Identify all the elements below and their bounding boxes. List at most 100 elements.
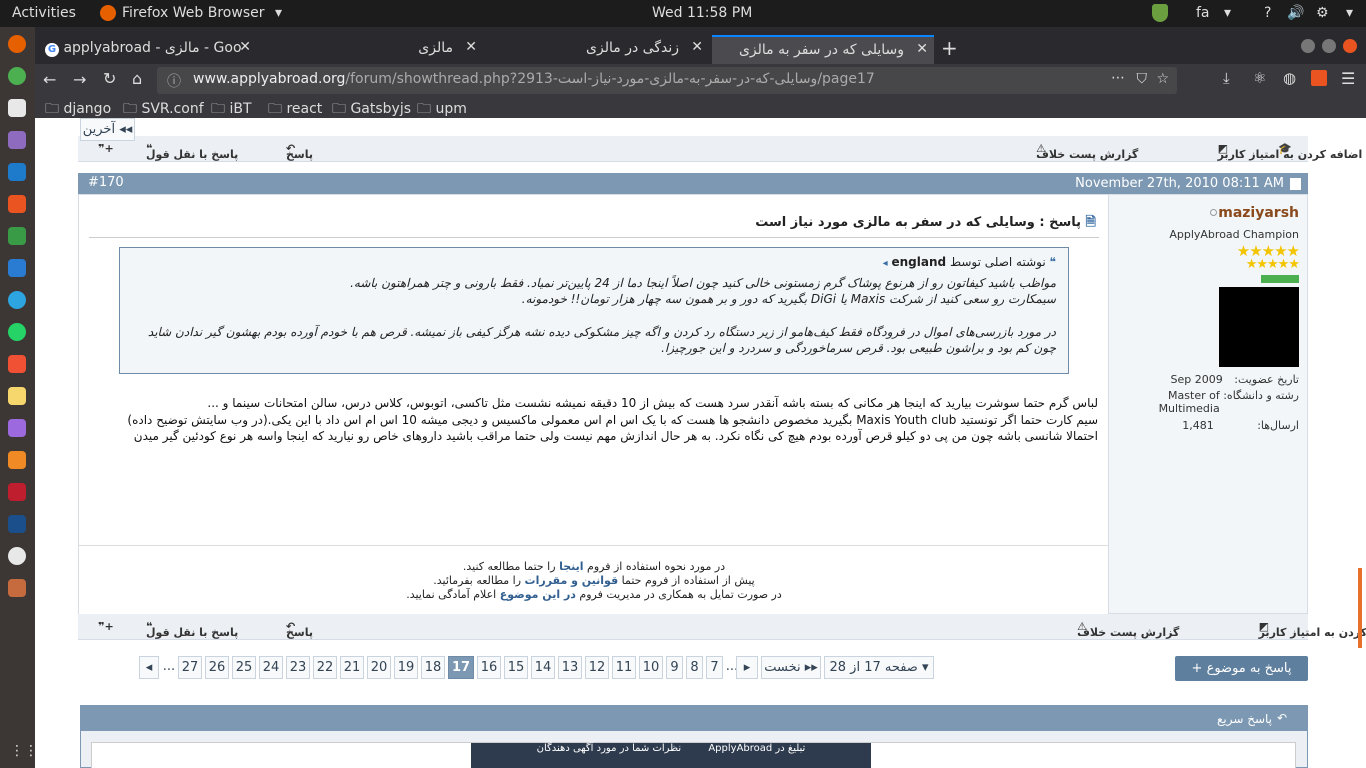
window-close-button[interactable] <box>1343 39 1357 53</box>
whatsapp-icon[interactable] <box>8 323 26 341</box>
chat-icon[interactable] <box>8 259 26 277</box>
pocket-icon[interactable]: ⛉ <box>1137 71 1148 87</box>
app-grid-icon[interactable]: ⋮⋮ <box>10 743 38 759</box>
report-post-link[interactable]: گزارش پست خلاف ⚠ <box>1077 620 1179 639</box>
volume-icon[interactable]: 🔊 <box>1287 5 1304 21</box>
page-link[interactable]: 10 <box>639 656 663 679</box>
page-link[interactable]: 25 <box>232 656 256 679</box>
view-post-icon[interactable]: ◂ <box>883 258 888 269</box>
page-link[interactable]: 11 <box>612 656 636 679</box>
react-devtools-icon[interactable]: ⚛ <box>1253 69 1266 87</box>
activities-button[interactable]: Activities <box>12 5 76 21</box>
page-last[interactable]: آخرین ◂◂ <box>80 118 135 141</box>
page-link[interactable]: 23 <box>286 656 310 679</box>
post-number[interactable]: #170 <box>88 175 124 190</box>
filezilla-icon[interactable] <box>8 483 26 501</box>
page-link[interactable]: 19 <box>394 656 418 679</box>
settings-icon[interactable]: ⚙ <box>1316 5 1329 21</box>
add-reputation-link[interactable]: اضافه کردن به امتیاز کاربر ◩ <box>1259 620 1366 639</box>
firefox-icon[interactable] <box>8 35 26 53</box>
info-icon[interactable]: ⓘ <box>167 71 181 91</box>
signature-link[interactable]: در این موضوع <box>500 588 576 601</box>
signature-link[interactable]: قوانین و مقررات <box>525 574 619 587</box>
signature-line: در مورد نحوه استفاده از فروم اینجا را حت… <box>462 560 726 573</box>
close-icon[interactable]: ✕ <box>465 39 477 55</box>
page-link[interactable]: 26 <box>205 656 229 679</box>
vscode-icon[interactable] <box>8 163 26 181</box>
page-link[interactable]: 7 <box>706 656 723 679</box>
ad-banner[interactable]: تبلیغ در ApplyAbroad نظرات شما در مورد آ… <box>471 743 871 768</box>
page-link[interactable]: 18 <box>421 656 445 679</box>
extension-icon[interactable] <box>1311 70 1327 86</box>
page-first[interactable]: نخست ▸▸ <box>761 656 821 679</box>
app-icon[interactable] <box>8 451 26 469</box>
report-post-link[interactable]: گزارش پست خلاف ⚠ <box>1036 142 1138 161</box>
multi-quote-icon[interactable]: ❞+ <box>98 142 114 155</box>
close-icon[interactable]: ✕ <box>691 39 703 55</box>
quote-reply-link[interactable]: پاسخ با نقل قول ❝ <box>146 142 238 161</box>
download-icon[interactable]: ⤓ <box>1223 69 1230 87</box>
post-icon <box>1290 178 1301 190</box>
shield-icon[interactable] <box>1152 4 1168 26</box>
multi-quote-icon[interactable]: ❞+ <box>98 620 114 633</box>
notes-icon[interactable] <box>8 387 26 405</box>
page-actions-icon[interactable]: ⋯ <box>1111 70 1125 86</box>
back-icon[interactable]: ← <box>43 70 56 89</box>
quote-reply-link[interactable]: پاسخ با نقل قول ❝ <box>146 620 238 639</box>
url-bar[interactable]: ⓘ www.applyabroad.org/forum/showthread.p… <box>157 67 1177 94</box>
chrome-icon[interactable] <box>8 67 26 85</box>
app-icon[interactable] <box>8 579 26 597</box>
app-menu[interactable]: Firefox Web Browser <box>122 5 265 21</box>
page-link[interactable]: 14 <box>531 656 555 679</box>
avatar[interactable] <box>1219 287 1299 367</box>
tab-malaysia[interactable]: مالزی ✕ <box>261 35 483 64</box>
git-icon[interactable] <box>8 355 26 373</box>
app-icon[interactable] <box>8 195 26 213</box>
page-link[interactable]: 9 <box>666 656 683 679</box>
page-link[interactable]: 27 <box>178 656 202 679</box>
page-link[interactable]: 15 <box>504 656 528 679</box>
close-icon[interactable]: ✕ <box>239 39 251 55</box>
app-icon[interactable] <box>8 227 26 245</box>
close-icon[interactable]: ✕ <box>916 41 928 57</box>
page-jump-dropdown[interactable]: صفحه 17 از 28 ▾ <box>824 656 934 679</box>
home-icon[interactable]: ⌂ <box>132 69 142 88</box>
page-scrollbar[interactable] <box>1358 568 1362 648</box>
tab-active-thread[interactable]: وسایلی که در سفر به مالزی ✕ <box>712 35 934 64</box>
maximize-button[interactable] <box>1322 39 1336 53</box>
clock[interactable]: Wed 11:58 PM <box>652 5 752 21</box>
app-icon[interactable] <box>8 547 26 565</box>
page-link[interactable]: 8 <box>686 656 703 679</box>
reply-to-thread-button[interactable]: + پاسخ به موضوع <box>1175 656 1308 681</box>
globe-icon[interactable]: ◍ <box>1283 69 1296 87</box>
signature-link[interactable]: اینجا <box>559 560 583 573</box>
app-icon[interactable] <box>8 131 26 149</box>
forward-icon[interactable]: → <box>73 70 86 89</box>
minimize-button[interactable] <box>1301 39 1315 53</box>
page-link[interactable]: 24 <box>259 656 283 679</box>
bookmark-star-icon[interactable]: ☆ <box>1156 71 1169 87</box>
menu-icon[interactable]: ☰ <box>1341 69 1355 88</box>
page-link[interactable]: 16 <box>477 656 501 679</box>
page-next[interactable]: ▸ <box>736 656 758 679</box>
reply-link[interactable]: پاسخ ↶ <box>286 620 313 639</box>
app-icon[interactable] <box>8 419 26 437</box>
page-prev[interactable]: ◂ <box>139 656 159 679</box>
page-link[interactable]: 22 <box>313 656 337 679</box>
tab-applyabroad-google[interactable]: G applyabroad - مالزی - Goo ✕ <box>35 35 257 64</box>
page-link[interactable]: 12 <box>585 656 609 679</box>
tab-life-in-malaysia[interactable]: زندگی در مالزی ✕ <box>487 35 709 64</box>
keyboard-layout[interactable]: fa <box>1196 5 1210 21</box>
page-link[interactable]: 13 <box>558 656 582 679</box>
page-link[interactable]: 21 <box>340 656 364 679</box>
files-icon[interactable] <box>8 99 26 117</box>
new-tab-button[interactable]: + <box>941 36 958 60</box>
app-icon[interactable] <box>8 515 26 533</box>
page-link[interactable]: 20 <box>367 656 391 679</box>
help-icon[interactable]: ? <box>1264 5 1271 21</box>
username[interactable]: maziyarsh <box>1218 205 1299 221</box>
reload-icon[interactable]: ↻ <box>103 69 116 88</box>
telegram-icon[interactable] <box>8 291 26 309</box>
add-reputation-link[interactable]: اضافه کردن به امتیاز کاربر ◩ <box>1218 142 1363 161</box>
reply-link[interactable]: پاسخ ↶ <box>286 142 313 161</box>
